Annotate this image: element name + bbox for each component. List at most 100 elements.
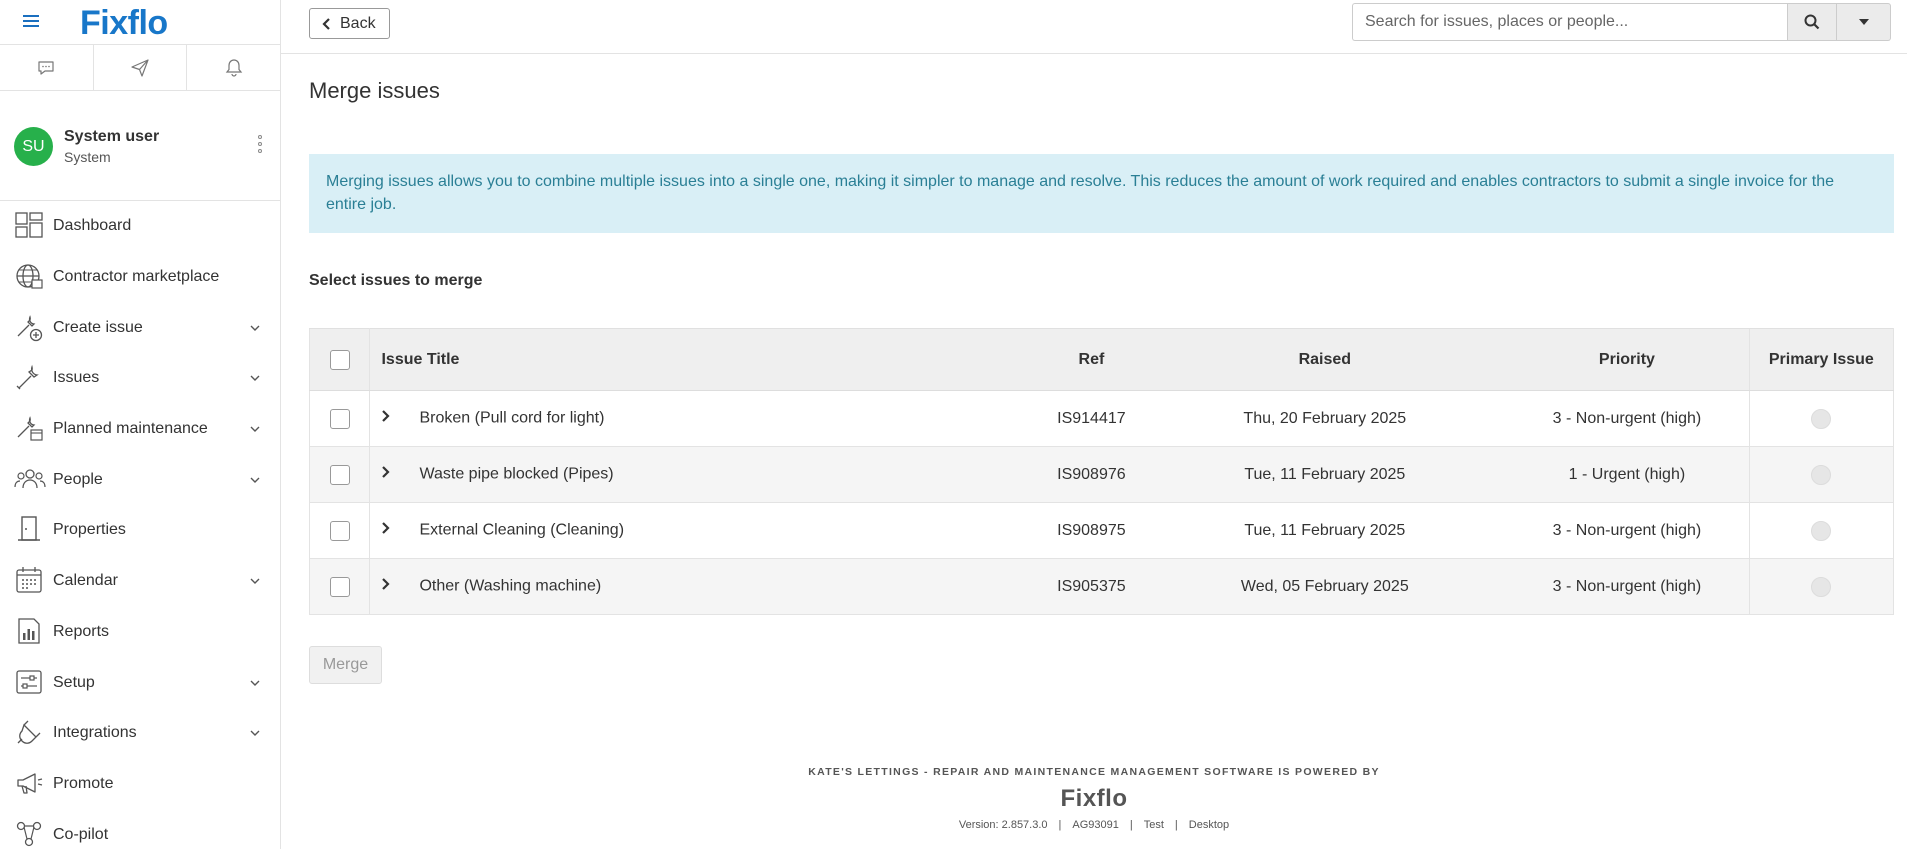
issue-raised-date: Tue, 11 February 2025 [1144, 446, 1506, 503]
primary-issue-radio[interactable] [1811, 520, 1832, 541]
chevron-down-icon[interactable] [249, 572, 261, 590]
sidebar-item-label: Co-pilot [53, 825, 109, 843]
table-row: Other (Washing machine) IS905375 Wed, 05… [308, 558, 1895, 615]
primary-issue-cell [1748, 502, 1895, 559]
chevron-down-icon[interactable] [249, 471, 261, 489]
sidebar-item-setup[interactable]: Setup [0, 657, 280, 708]
menu-icon[interactable] [23, 15, 39, 27]
primary-issue-cell [1748, 446, 1895, 503]
report-icon [14, 616, 46, 648]
search-options-button[interactable] [1837, 3, 1891, 41]
app-logo[interactable]: Fixflo [80, 4, 168, 43]
copilot-icon [14, 819, 46, 849]
wrench-calendar-icon [14, 413, 46, 445]
sliders-icon [14, 667, 46, 699]
comment-icon[interactable] [0, 45, 94, 90]
user-profile: SU System user System [0, 91, 280, 201]
primary-issue-radio[interactable] [1811, 576, 1832, 597]
footer-mode-link[interactable]: Desktop [1189, 819, 1229, 831]
sidebar-item-dashboard[interactable]: Dashboard [0, 201, 280, 252]
chevron-right-icon[interactable] [381, 577, 393, 596]
issue-priority: 3 - Non-urgent (high) [1505, 390, 1750, 447]
sidebar-item-calendar[interactable]: Calendar [0, 556, 280, 607]
issue-raised-date: Thu, 20 February 2025 [1144, 390, 1506, 447]
footer-separator: | [1174, 819, 1178, 831]
primary-issue-radio[interactable] [1811, 408, 1832, 429]
sidebar-item-promote[interactable]: Promote [0, 759, 280, 810]
primary-issue-cell [1748, 558, 1895, 615]
row-checkbox[interactable] [329, 520, 350, 541]
page-title: Merge issues [309, 78, 440, 103]
issue-title-cell: External Cleaning (Cleaning) [369, 502, 1039, 559]
table-row: External Cleaning (Cleaning) IS908975 Tu… [308, 502, 1895, 559]
merge-button[interactable]: Merge [309, 646, 382, 684]
sidebar-item-reports[interactable]: Reports [0, 607, 280, 658]
back-button[interactable]: Back [309, 8, 390, 39]
sidebar-item-label: Calendar [53, 572, 118, 590]
sidebar-item-integrations[interactable]: Integrations [0, 708, 280, 759]
sidebar-item-label: People [53, 470, 103, 488]
column-header-primary-issue: Primary Issue [1748, 328, 1895, 391]
footer-separator: | [1058, 819, 1062, 831]
bell-icon[interactable] [187, 45, 280, 90]
sidebar-item-contractor-marketplace[interactable]: Contractor marketplace [0, 252, 280, 303]
primary-issue-radio[interactable] [1811, 464, 1832, 485]
wrench-plus-icon [14, 312, 46, 344]
row-select-cell [308, 390, 371, 447]
plug-icon [14, 717, 46, 749]
issue-raised-date: Wed, 05 February 2025 [1144, 558, 1506, 615]
row-checkbox[interactable] [329, 408, 350, 429]
issue-ref: IS908975 [1038, 502, 1145, 559]
chevron-left-icon [322, 17, 330, 30]
people-icon [14, 464, 46, 496]
send-icon[interactable] [94, 45, 188, 90]
sidebar: Fixflo SU System user System Dashboard C… [0, 0, 281, 849]
sidebar-item-create-issue[interactable]: Create issue [0, 302, 280, 353]
avatar[interactable]: SU [14, 127, 53, 166]
user-name: System user [64, 128, 160, 145]
column-header-title: Issue Title [369, 328, 1039, 391]
chevron-down-icon[interactable] [249, 724, 261, 742]
chevron-right-icon[interactable] [381, 409, 393, 428]
sidebar-item-co-pilot[interactable]: Co-pilot [0, 809, 280, 849]
sidebar-item-label: Properties [53, 521, 126, 539]
select-all-checkbox[interactable] [329, 349, 350, 370]
row-select-cell [308, 502, 371, 559]
footer-separator: | [1129, 819, 1133, 831]
footer-env: Test [1143, 819, 1164, 831]
footer-meta: Version: 2.857.3.0 | AG93091 | Test | Desktop [281, 819, 1907, 831]
chevron-down-icon[interactable] [249, 674, 261, 692]
issue-title: Waste pipe blocked (Pipes) [419, 465, 614, 483]
chevron-down-icon[interactable] [249, 369, 261, 387]
more-options-icon[interactable] [254, 135, 266, 159]
search-input[interactable] [1352, 3, 1787, 41]
issue-priority: 3 - Non-urgent (high) [1505, 502, 1750, 559]
row-checkbox[interactable] [329, 464, 350, 485]
chevron-right-icon[interactable] [381, 521, 393, 540]
chevron-down-icon[interactable] [249, 420, 261, 438]
footer-logo[interactable]: Fixflo [281, 785, 1907, 813]
caret-down-icon [1858, 19, 1869, 25]
calendar-icon [14, 565, 46, 597]
info-alert: Merging issues allows you to combine mul… [309, 154, 1894, 233]
sidebar-item-issues[interactable]: Issues [0, 353, 280, 404]
issue-title: External Cleaning (Cleaning) [419, 521, 625, 539]
sidebar-nav: Dashboard Contractor marketplace Create … [0, 201, 280, 849]
search-button[interactable] [1787, 3, 1837, 41]
sidebar-item-people[interactable]: People [0, 454, 280, 505]
issue-priority: 3 - Non-urgent (high) [1505, 558, 1750, 615]
row-checkbox[interactable] [329, 576, 350, 597]
issue-ref: IS908976 [1038, 446, 1145, 503]
chevron-right-icon[interactable] [381, 465, 393, 484]
row-select-cell [308, 446, 371, 503]
section-label: Select issues to merge [309, 272, 483, 289]
issue-ref: IS914417 [1038, 390, 1145, 447]
sidebar-item-label: Issues [53, 369, 100, 387]
primary-issue-cell [1748, 390, 1895, 447]
sidebar-item-planned-maintenance[interactable]: Planned maintenance [0, 404, 280, 455]
sidebar-item-properties[interactable]: Properties [0, 505, 280, 556]
chevron-down-icon[interactable] [249, 319, 261, 337]
issues-table: Issue Title Ref Raised Priority Primary … [308, 328, 1895, 615]
issue-raised-date: Tue, 11 February 2025 [1144, 502, 1506, 559]
sidebar-item-label: Setup [53, 673, 95, 691]
